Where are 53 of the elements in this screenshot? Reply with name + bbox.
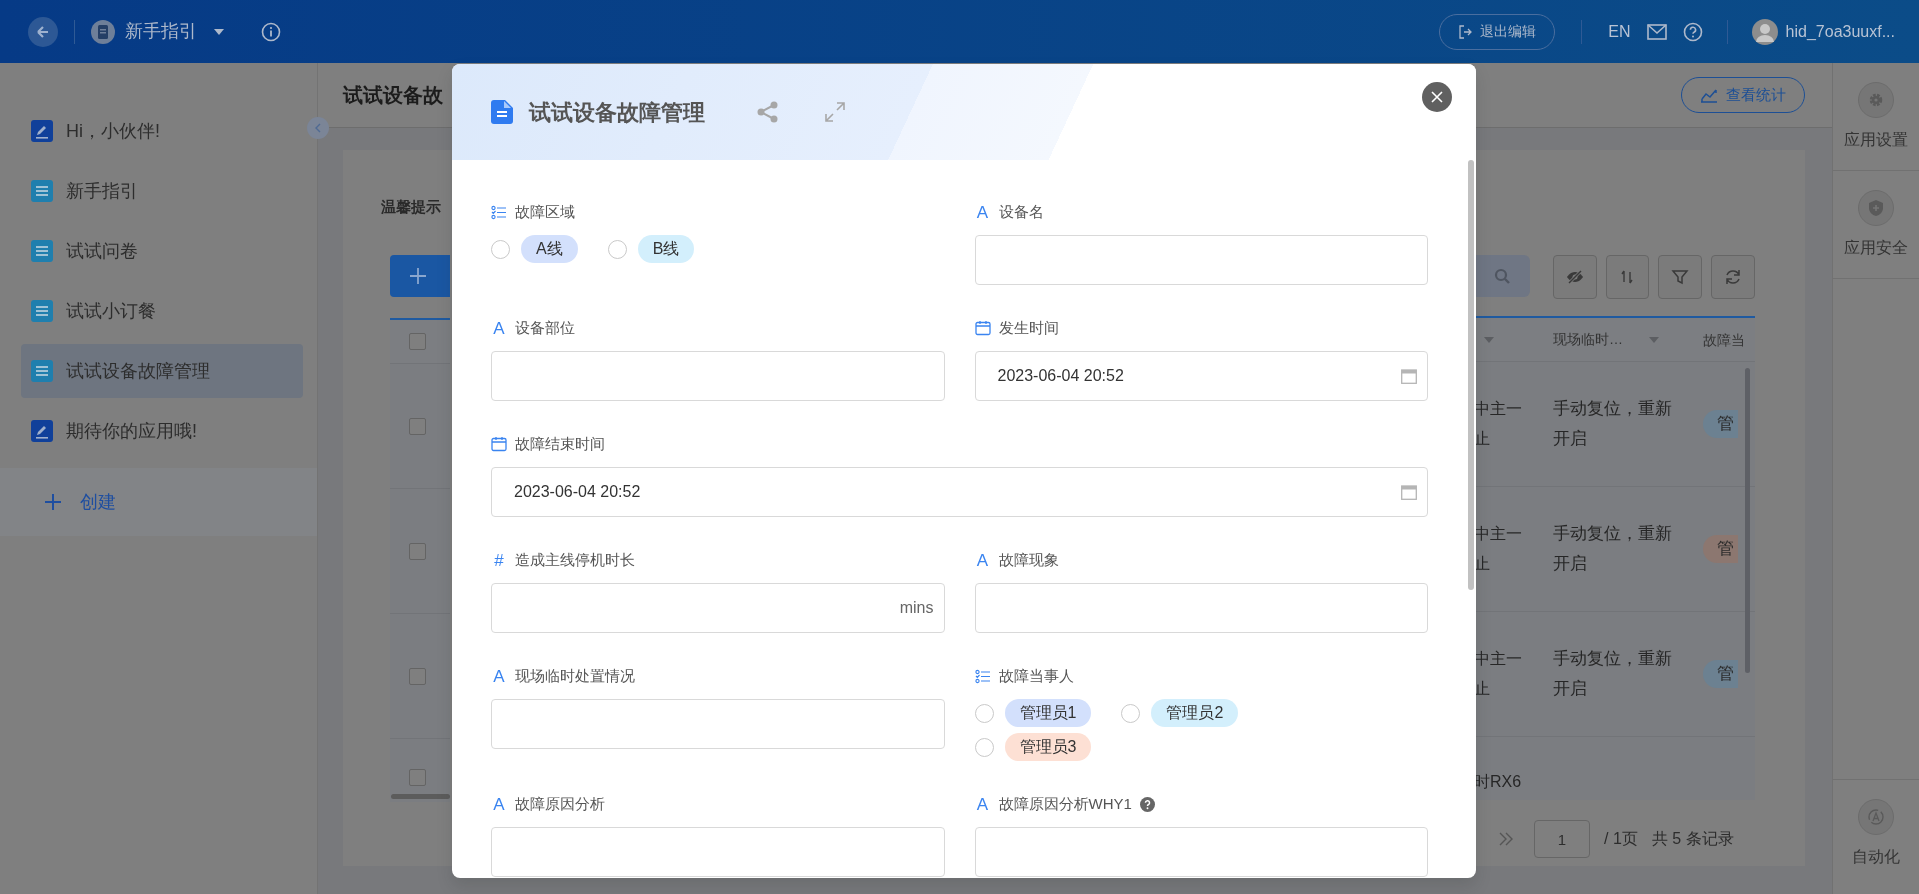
table-cell-text: 手动复位，重新开启 <box>1553 648 1673 700</box>
page-count: / 1页 <box>1604 829 1638 849</box>
field-label: 故障结束时间 <box>515 433 605 454</box>
field-label: 造成主线停机时长 <box>515 549 635 570</box>
sidebar-item[interactable]: Hi，小伙伴! <box>21 104 303 158</box>
field-label: 故障现象 <box>998 549 1059 570</box>
sidebar-item[interactable]: 新手指引 <box>21 164 303 218</box>
page-input[interactable]: 1 <box>1534 820 1590 858</box>
date-field[interactable]: 2023-06-04 20:52 <box>974 351 1428 401</box>
text-field-icon: A <box>974 795 991 813</box>
table-cell-text: 手动复位，重新开启 <box>1553 398 1673 450</box>
person-tag: 管 <box>1703 410 1738 438</box>
field-label: 故障原因分析WHY1 <box>998 793 1132 814</box>
column-header[interactable]: 现场临时… <box>1553 329 1623 350</box>
field-label: 故障原因分析 <box>515 793 605 814</box>
panel-label[interactable]: 自动化 <box>1852 845 1900 869</box>
tip-label: 温馨提示 <box>381 198 441 215</box>
table-cell-text: 手动复位，重新开启 <box>1553 523 1673 575</box>
app-title[interactable]: 新手指引 <box>125 18 197 45</box>
field-label: 故障区域 <box>515 201 575 222</box>
field-label: 设备部位 <box>515 317 575 338</box>
option-tag[interactable]: 管理员2 <box>1151 699 1239 727</box>
panel-label[interactable]: 应用安全 <box>1844 236 1908 260</box>
field-label: 设备名 <box>998 201 1044 222</box>
input-field[interactable]: mins <box>491 583 945 633</box>
person-tag: 管 <box>1703 660 1738 688</box>
option-tag[interactable]: 管理员3 <box>1004 733 1092 761</box>
page-title: 试试设备故 <box>343 83 443 108</box>
text-field-icon: A <box>974 551 991 569</box>
option-tag[interactable]: B线 <box>637 235 695 263</box>
option-tag[interactable]: A线 <box>521 235 578 263</box>
record-count: 共 5 条记录 <box>1651 829 1734 849</box>
text-field-icon: A <box>491 667 507 685</box>
field-label: 故障当事人 <box>998 665 1074 686</box>
field-label: 发生时间 <box>998 317 1059 338</box>
date-field[interactable]: 2023-06-04 20:52 <box>491 467 1428 517</box>
option-tag[interactable]: 管理员1 <box>1004 699 1092 727</box>
panel-label[interactable]: 应用设置 <box>1844 128 1908 152</box>
create-link[interactable]: 创建 <box>44 488 116 516</box>
text-field-icon: A <box>491 319 507 337</box>
sidebar-item[interactable]: 期待你的应用哦! <box>21 404 303 458</box>
text-field-icon: A <box>491 795 507 813</box>
field-label: 现场临时处置情况 <box>515 665 635 686</box>
sidebar-item[interactable]: 试试问卷 <box>21 224 303 278</box>
user-name[interactable]: hid_7oa3uuxf... <box>1785 19 1895 44</box>
column-header[interactable]: 故障当 <box>1703 331 1745 348</box>
sidebar-item[interactable]: 试试设备故障管理 <box>21 344 303 398</box>
dialog-title: 试试设备故障管理 <box>529 98 705 127</box>
text-field-icon: A <box>974 203 991 221</box>
language-label[interactable]: EN <box>1608 19 1631 44</box>
number-field-icon: # <box>491 551 507 569</box>
sidebar-item[interactable]: 试试小订餐 <box>21 284 303 338</box>
person-tag: 管 <box>1703 535 1738 563</box>
